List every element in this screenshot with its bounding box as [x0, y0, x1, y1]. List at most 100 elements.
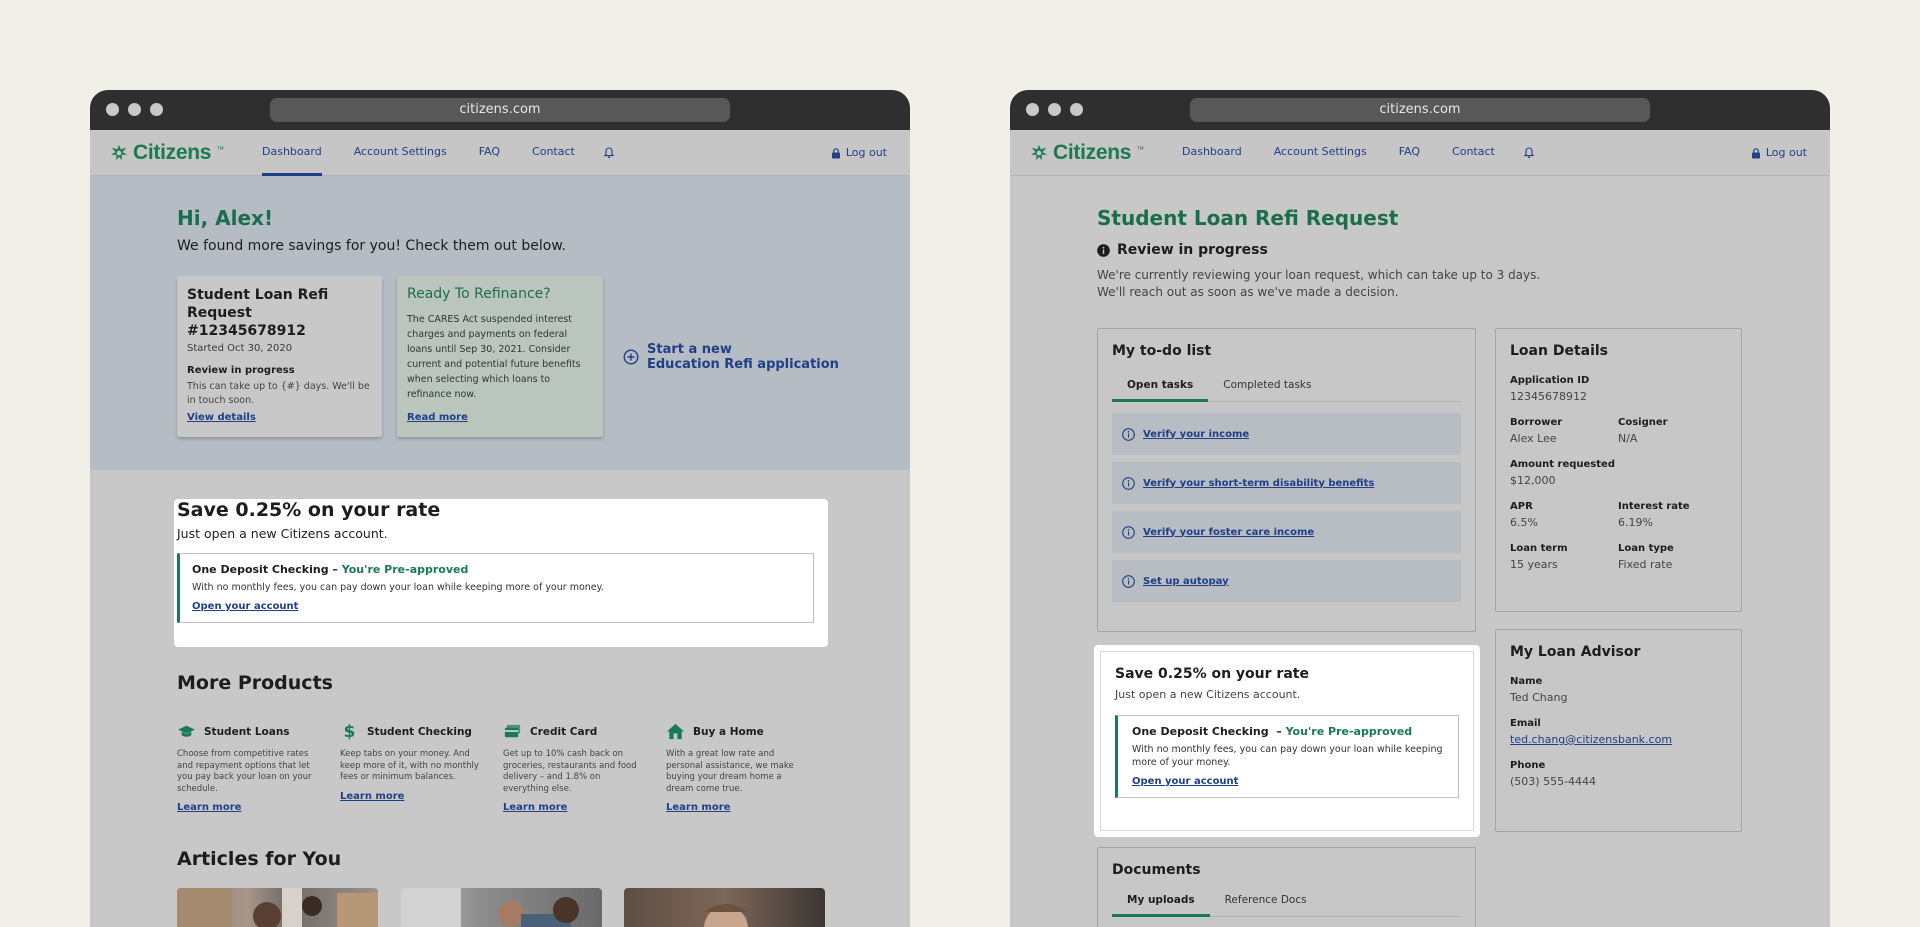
documents-tabs: My uploads Reference Docs [1112, 886, 1461, 917]
notifications-bell-icon[interactable] [1511, 130, 1547, 176]
article-image-3[interactable] [624, 888, 825, 927]
offer-card: One Deposit Checking – You're Pre-approv… [177, 553, 814, 623]
preapproved-badge: You're Pre-approved [341, 563, 469, 576]
read-more-link[interactable]: Read more [407, 412, 468, 423]
ready-to-refinance-card: Ready To Refinance? The CARES Act suspen… [397, 276, 603, 437]
close-dot[interactable] [1026, 103, 1039, 116]
tab-completed-tasks[interactable]: Completed tasks [1208, 371, 1326, 401]
address-bar[interactable]: citizens.com [1190, 98, 1650, 122]
loan-advisor-title: My Loan Advisor [1510, 644, 1641, 660]
info-icon [1122, 476, 1135, 490]
loan-details-panel: Loan Details Application ID 12345678912 … [1495, 328, 1742, 612]
interest-rate-label: Interest rate [1618, 501, 1690, 512]
product-text: Choose from competitive rates and repaym… [177, 749, 312, 794]
nav-dashboard[interactable]: Dashboard [1166, 130, 1258, 176]
save-rate-subtitle: Just open a new Citizens account. [1115, 688, 1301, 701]
nav-links: Dashboard Account Settings FAQ Contact [1166, 130, 1547, 176]
advisor-phone-label: Phone [1510, 760, 1546, 771]
refi-request-card: Student Loan Refi Request #12345678912 S… [177, 276, 382, 437]
nav-account-settings[interactable]: Account Settings [338, 130, 463, 176]
task-setup-autopay[interactable]: Set up autopay [1112, 560, 1461, 602]
article-image-2[interactable] [401, 888, 602, 927]
product-buy-a-home: Buy a Home With a great low rate and per… [666, 722, 811, 814]
close-dot[interactable] [106, 103, 119, 116]
loan-type-value: Fixed rate [1618, 558, 1673, 571]
tab-open-tasks[interactable]: Open tasks [1112, 371, 1209, 402]
logo-mark-icon [1030, 144, 1048, 161]
logout-label: Log out [845, 146, 887, 159]
nav-contact[interactable]: Contact [1436, 130, 1511, 176]
task-verify-foster-care[interactable]: Verify your foster care income [1112, 511, 1461, 553]
maximize-dot[interactable] [1070, 103, 1083, 116]
nav-contact[interactable]: Contact [516, 130, 591, 176]
todo-tabs: Open tasks Completed tasks [1112, 371, 1461, 402]
save-rate-promo: Save 0.25% on your rate Just open a new … [1094, 645, 1480, 837]
todo-list-panel: My to-do list Open tasks Completed tasks… [1097, 328, 1476, 632]
product-text: Keep tabs on your money. And keep more o… [340, 749, 479, 782]
svg-text:$: $ [344, 722, 356, 741]
offer-text: With no monthly fees, you can pay down y… [1132, 744, 1443, 768]
citizens-logo[interactable]: Citizens ™ [1030, 141, 1144, 164]
task-list: Verify your income Verify your short-ter… [1112, 413, 1461, 602]
save-rate-promo: Save 0.25% on your rate Just open a new … [174, 499, 828, 647]
browser-chrome: citizens.com [1010, 90, 1830, 130]
refi-status-text: This can take up to {#} days. We'll be i… [187, 381, 370, 406]
nav-faq[interactable]: FAQ [1383, 130, 1436, 176]
graduation-cap-icon [177, 725, 196, 737]
amount-requested-value: $12,000 [1510, 474, 1556, 487]
advisor-name-value: Ted Chang [1510, 691, 1568, 704]
tab-reference-docs[interactable]: Reference Docs [1210, 886, 1322, 916]
offer-text: With no monthly fees, you can pay down y… [192, 582, 604, 593]
greeting-heading: Hi, Alex! [177, 206, 274, 230]
refi-request-title: Student Loan Refi Request #12345678912 [187, 287, 329, 339]
task-label: Verify your foster care income [1143, 526, 1315, 538]
open-account-link[interactable]: Open your account [1132, 776, 1238, 787]
task-verify-disability[interactable]: Verify your short-term disability benefi… [1112, 462, 1461, 504]
task-label: Set up autopay [1143, 575, 1229, 587]
task-label: Verify your short-term disability benefi… [1143, 477, 1375, 489]
learn-more-link[interactable]: Learn more [503, 802, 567, 813]
interest-rate-value: 6.19% [1618, 516, 1653, 529]
offer-title: One Deposit Checking – You're Pre-approv… [1132, 725, 1444, 738]
maximize-dot[interactable] [150, 103, 163, 116]
documents-title: Documents [1112, 862, 1201, 878]
notifications-bell-icon[interactable] [591, 130, 627, 176]
logout-label: Log out [1765, 146, 1807, 159]
start-line-2: Education Refi application [647, 357, 839, 372]
ready-to-refinance-text: The CARES Act suspended interest charges… [407, 314, 581, 400]
learn-more-link[interactable]: Learn more [666, 802, 730, 813]
address-bar[interactable]: citizens.com [270, 98, 730, 122]
info-icon [1122, 574, 1135, 588]
apr-value: 6.5% [1510, 516, 1538, 529]
nav-faq[interactable]: FAQ [463, 130, 516, 176]
plus-circle-icon [623, 349, 639, 365]
learn-more-link[interactable]: Learn more [340, 791, 404, 802]
advisor-email-link[interactable]: ted.chang@citizensbank.com [1510, 733, 1672, 746]
task-verify-income[interactable]: Verify your income [1112, 413, 1461, 455]
save-rate-subtitle: Just open a new Citizens account. [177, 526, 388, 541]
task-label: Verify your income [1143, 428, 1250, 440]
page-title: Student Loan Refi Request [1097, 206, 1399, 230]
view-details-link[interactable]: View details [187, 412, 256, 423]
info-filled-icon [1097, 243, 1110, 257]
offer-title: One Deposit Checking – You're Pre-approv… [192, 563, 801, 576]
minimize-dot[interactable] [128, 103, 141, 116]
logout-link[interactable]: Log out [831, 130, 887, 176]
nav-dashboard[interactable]: Dashboard [246, 130, 338, 176]
learn-more-link[interactable]: Learn more [177, 802, 241, 813]
logout-link[interactable]: Log out [1751, 130, 1807, 176]
start-new-application-link[interactable]: Start a new Education Refi application [623, 342, 839, 372]
logo-mark-icon [110, 144, 128, 161]
open-account-link[interactable]: Open your account [192, 601, 298, 612]
review-description-line-2: We'll reach out as soon as we've made a … [1097, 285, 1399, 299]
product-credit-card: Credit Card Get up to 10% cash back on g… [503, 722, 648, 814]
info-icon [1122, 525, 1135, 539]
article-image-1[interactable] [177, 888, 378, 927]
citizens-logo[interactable]: Citizens ™ [110, 141, 224, 164]
nav-account-settings[interactable]: Account Settings [1258, 130, 1383, 176]
todo-title: My to-do list [1112, 343, 1212, 359]
review-description: We're currently reviewing your loan requ… [1097, 267, 1597, 301]
tab-my-uploads[interactable]: My uploads [1112, 886, 1210, 917]
product-student-checking: $ Student Checking Keep tabs on your mon… [340, 722, 485, 803]
minimize-dot[interactable] [1048, 103, 1061, 116]
